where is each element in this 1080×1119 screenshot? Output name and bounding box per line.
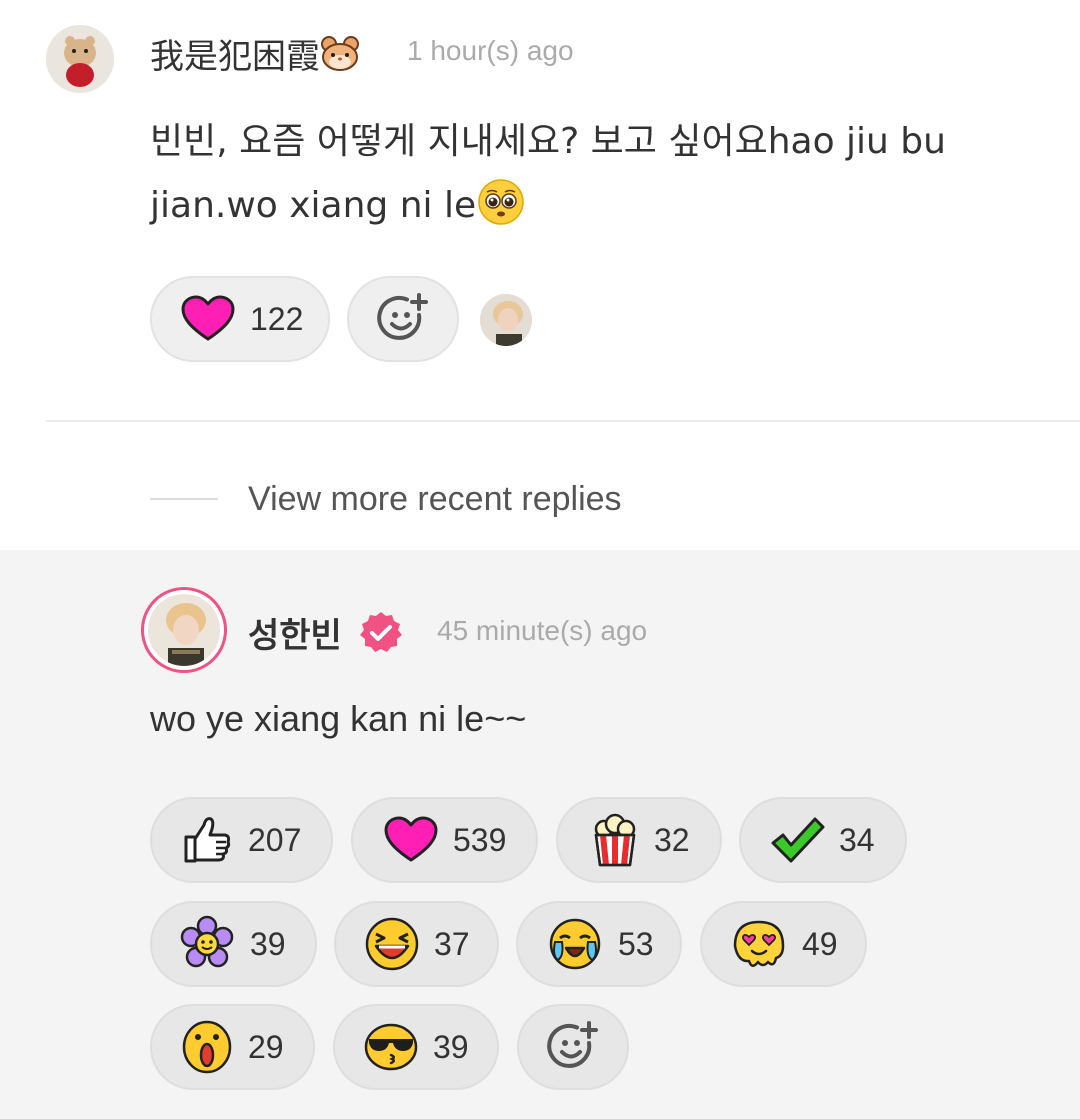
hamster-face-icon (320, 36, 360, 72)
heart-icon (384, 816, 438, 862)
add-emoji-icon (377, 293, 428, 340)
comment-text: 빈빈, 요즘 어떻게 지내세요? 보고 싶어요hao jiu bu jian.w… (150, 121, 946, 227)
reaction-surprised-button[interactable]: 29 (150, 1004, 315, 1090)
reaction-thumbs-up-button[interactable]: 207 (150, 797, 333, 883)
check-mark-icon (771, 817, 825, 863)
sunglasses-kiss-face-icon (364, 1023, 418, 1071)
popcorn-icon (594, 813, 636, 867)
commenter-username[interactable]: 我是犯困霞 (150, 29, 360, 78)
reaction-flower-button[interactable]: 39 (150, 901, 317, 987)
replies-divider-line (150, 498, 218, 500)
reaction-popcorn-button[interactable]: 32 (556, 797, 722, 883)
reaction-count: 207 (248, 821, 302, 858)
reply-author-username[interactable]: 성한빈 (248, 608, 342, 657)
reply-author-avatar[interactable] (141, 587, 227, 673)
add-reaction-button[interactable] (347, 276, 459, 362)
reaction-crying-button[interactable]: 53 (516, 901, 682, 987)
reaction-count: 39 (250, 925, 286, 962)
reaction-count: 39 (433, 1028, 469, 1065)
reaction-laughing-button[interactable]: 37 (334, 901, 499, 987)
divider (46, 420, 1080, 422)
reaction-count: 49 (802, 925, 838, 962)
reaction-heart-button[interactable]: 539 (351, 797, 538, 883)
verified-badge-icon (358, 610, 404, 656)
add-emoji-icon (547, 1021, 598, 1068)
add-reaction-button[interactable] (517, 1004, 629, 1090)
comment-timestamp: 1 hour(s) ago (407, 35, 574, 66)
reply-timestamp: 45 minute(s) ago (437, 615, 648, 646)
reaction-heart-button[interactable]: 122 (150, 276, 330, 362)
flower-icon (180, 915, 234, 968)
reaction-melting-love-button[interactable]: 49 (700, 901, 867, 987)
surprised-face-icon (182, 1020, 232, 1074)
melting-love-face-icon (733, 920, 785, 967)
thumbs-up-icon (184, 817, 231, 863)
laughing-face-icon (365, 917, 419, 971)
heart-icon (181, 295, 235, 341)
reaction-count: 37 (434, 925, 470, 962)
reply-text: wo ye xiang kan ni le~~ (150, 698, 527, 739)
reaction-count: 539 (453, 821, 507, 858)
reaction-count: 32 (654, 821, 690, 858)
reaction-check-button[interactable]: 34 (739, 797, 907, 883)
commenter-avatar[interactable] (46, 25, 114, 93)
pleading-face-icon (476, 177, 526, 227)
crying-face-icon (549, 918, 601, 970)
reaction-count: 53 (618, 925, 654, 962)
reaction-count: 122 (250, 300, 304, 337)
reaction-cool-kiss-button[interactable]: 39 (333, 1004, 499, 1090)
reaction-count: 29 (248, 1028, 284, 1065)
reactor-avatar[interactable] (480, 294, 532, 346)
view-more-replies-link[interactable]: View more recent replies (248, 480, 622, 519)
reaction-count: 34 (839, 821, 875, 858)
